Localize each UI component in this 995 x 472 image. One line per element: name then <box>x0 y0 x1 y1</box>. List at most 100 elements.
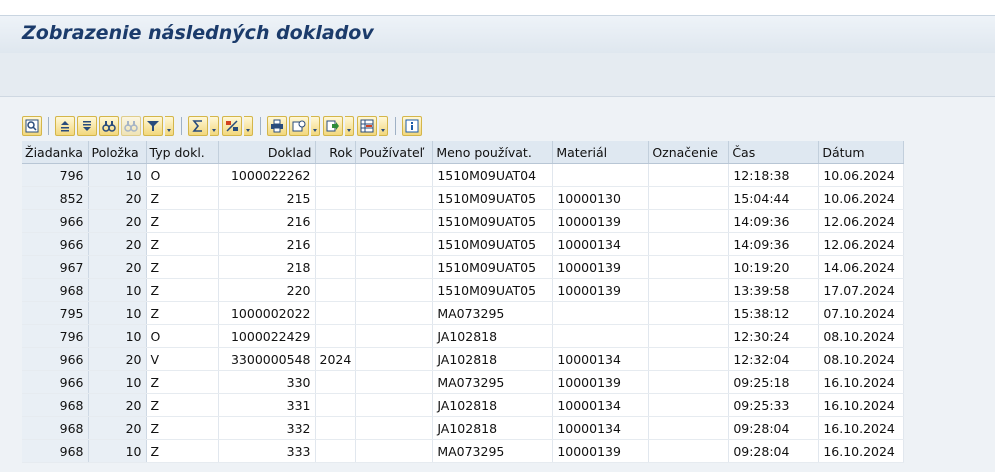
doklad-cell[interactable]: 216 <box>218 209 316 233</box>
oznacenie-cell[interactable] <box>648 301 730 325</box>
material-cell[interactable]: 10000139 <box>552 370 650 394</box>
material-cell[interactable]: 10000139 <box>552 255 650 279</box>
meno-pouzivat-cell[interactable]: 1510M09UAT05 <box>432 255 554 279</box>
pouzivatel-cell[interactable] <box>355 324 434 348</box>
oznacenie-cell[interactable] <box>648 186 730 210</box>
doklad-cell[interactable]: 332 <box>218 416 316 440</box>
datum-cell[interactable]: 08.10.2024 <box>818 347 905 371</box>
table-row[interactable]: 968 20 Z 331 JA102818 10000134 09:25:33 16.10.2… <box>22 393 905 417</box>
rok-cell[interactable] <box>315 439 357 463</box>
material-cell[interactable]: 10000139 <box>552 278 650 302</box>
doklad-cell[interactable]: 215 <box>218 186 316 210</box>
cas-cell[interactable]: 12:32:04 <box>728 347 820 371</box>
filter-dropdown[interactable] <box>165 116 174 136</box>
table-row[interactable]: 968 10 Z 220 1510M09UAT05 10000139 13:39:58 17.… <box>22 278 905 302</box>
oznacenie-cell[interactable] <box>648 163 730 187</box>
meno-pouzivat-cell[interactable]: MA073295 <box>432 301 554 325</box>
rok-cell[interactable] <box>315 255 357 279</box>
material-cell[interactable]: 10000130 <box>552 186 650 210</box>
pouzivatel-cell[interactable] <box>355 416 434 440</box>
material-cell[interactable] <box>552 324 650 348</box>
rok-cell[interactable] <box>315 232 357 256</box>
polozka-cell[interactable]: 10 <box>88 163 147 187</box>
doklad-cell[interactable]: 331 <box>218 393 316 417</box>
typ-dokl-cell[interactable]: O <box>146 324 219 348</box>
column-header-pouzivatel[interactable]: Používateľ <box>355 141 434 164</box>
datum-cell[interactable]: 14.06.2024 <box>818 255 905 279</box>
export-dropdown[interactable] <box>345 116 354 136</box>
views-dropdown[interactable] <box>311 116 320 136</box>
cas-cell[interactable]: 15:04:44 <box>728 186 820 210</box>
datum-cell[interactable]: 10.06.2024 <box>818 186 905 210</box>
meno-pouzivat-cell[interactable]: JA102818 <box>432 347 554 371</box>
typ-dokl-cell[interactable]: Z <box>146 416 219 440</box>
ziadanka-cell[interactable]: 966 <box>22 232 89 256</box>
polozka-cell[interactable]: 20 <box>88 255 147 279</box>
oznacenie-cell[interactable] <box>648 393 730 417</box>
doklad-cell[interactable]: 333 <box>218 439 316 463</box>
rok-cell[interactable] <box>315 301 357 325</box>
ziadanka-cell[interactable]: 795 <box>22 301 89 325</box>
table-row[interactable]: 966 20 V 3300000548 2024 JA102818 10000134 12:3… <box>22 347 905 371</box>
table-row[interactable]: 968 10 Z 333 MA073295 10000139 09:28:04 16.10.2… <box>22 439 905 463</box>
meno-pouzivat-cell[interactable]: MA073295 <box>432 439 554 463</box>
cas-cell[interactable]: 09:25:33 <box>728 393 820 417</box>
ziadanka-cell[interactable]: 796 <box>22 163 89 187</box>
meno-pouzivat-cell[interactable]: JA102818 <box>432 324 554 348</box>
meno-pouzivat-cell[interactable]: 1510M09UAT05 <box>432 232 554 256</box>
cas-cell[interactable]: 09:25:18 <box>728 370 820 394</box>
cas-cell[interactable]: 14:09:36 <box>728 209 820 233</box>
polozka-cell[interactable]: 20 <box>88 393 147 417</box>
column-header-polozka[interactable]: Položka <box>88 141 147 164</box>
datum-cell[interactable]: 17.07.2024 <box>818 278 905 302</box>
polozka-cell[interactable]: 20 <box>88 347 147 371</box>
details-icon[interactable] <box>22 116 42 136</box>
rok-cell[interactable]: 2024 <box>315 347 357 371</box>
column-header-typ-dokl[interactable]: Typ dokl. <box>146 141 219 164</box>
cas-cell[interactable]: 12:18:38 <box>728 163 820 187</box>
doklad-cell[interactable]: 3300000548 <box>218 347 316 371</box>
column-header-rok[interactable]: Rok <box>315 141 357 164</box>
table-row[interactable]: 966 20 Z 216 1510M09UAT05 10000139 14:09:36 12.… <box>22 209 905 233</box>
table-row[interactable]: 966 20 Z 216 1510M09UAT05 10000134 14:09:36 12.… <box>22 232 905 256</box>
meno-pouzivat-cell[interactable]: JA102818 <box>432 416 554 440</box>
column-header-datum[interactable]: Dátum <box>818 141 905 164</box>
meno-pouzivat-cell[interactable]: 1510M09UAT05 <box>432 186 554 210</box>
total-dropdown[interactable] <box>210 116 219 136</box>
table-row[interactable]: 796 10 O 1000022262 1510M09UAT04 12:18:38 10.0… <box>22 163 905 187</box>
pouzivatel-cell[interactable] <box>355 439 434 463</box>
datum-cell[interactable]: 08.10.2024 <box>818 324 905 348</box>
typ-dokl-cell[interactable]: O <box>146 163 219 187</box>
oznacenie-cell[interactable] <box>648 232 730 256</box>
sort-ascending-icon[interactable] <box>55 116 75 136</box>
doklad-cell[interactable]: 330 <box>218 370 316 394</box>
rok-cell[interactable] <box>315 163 357 187</box>
cas-cell[interactable]: 10:19:20 <box>728 255 820 279</box>
views-icon[interactable] <box>289 116 309 136</box>
find-icon[interactable] <box>99 116 119 136</box>
typ-dokl-cell[interactable]: Z <box>146 439 219 463</box>
polozka-cell[interactable]: 10 <box>88 278 147 302</box>
material-cell[interactable]: 10000139 <box>552 209 650 233</box>
meno-pouzivat-cell[interactable]: JA102818 <box>432 393 554 417</box>
material-cell[interactable] <box>552 163 650 187</box>
subtotal-dropdown[interactable] <box>244 116 253 136</box>
oznacenie-cell[interactable] <box>648 439 730 463</box>
datum-cell[interactable]: 12.06.2024 <box>818 232 905 256</box>
oznacenie-cell[interactable] <box>648 347 730 371</box>
typ-dokl-cell[interactable]: Z <box>146 255 219 279</box>
datum-cell[interactable]: 16.10.2024 <box>818 370 905 394</box>
sort-descending-icon[interactable] <box>77 116 97 136</box>
pouzivatel-cell[interactable] <box>355 393 434 417</box>
datum-cell[interactable]: 12.06.2024 <box>818 209 905 233</box>
doklad-cell[interactable]: 216 <box>218 232 316 256</box>
datum-cell[interactable]: 16.10.2024 <box>818 393 905 417</box>
rok-cell[interactable] <box>315 393 357 417</box>
polozka-cell[interactable]: 20 <box>88 232 147 256</box>
table-row[interactable]: 967 20 Z 218 1510M09UAT05 10000139 10:19:20 14.… <box>22 255 905 279</box>
cas-cell[interactable]: 15:38:12 <box>728 301 820 325</box>
oznacenie-cell[interactable] <box>648 324 730 348</box>
print-icon[interactable] <box>267 116 287 136</box>
typ-dokl-cell[interactable]: Z <box>146 186 219 210</box>
doklad-cell[interactable]: 1000002022 <box>218 301 316 325</box>
